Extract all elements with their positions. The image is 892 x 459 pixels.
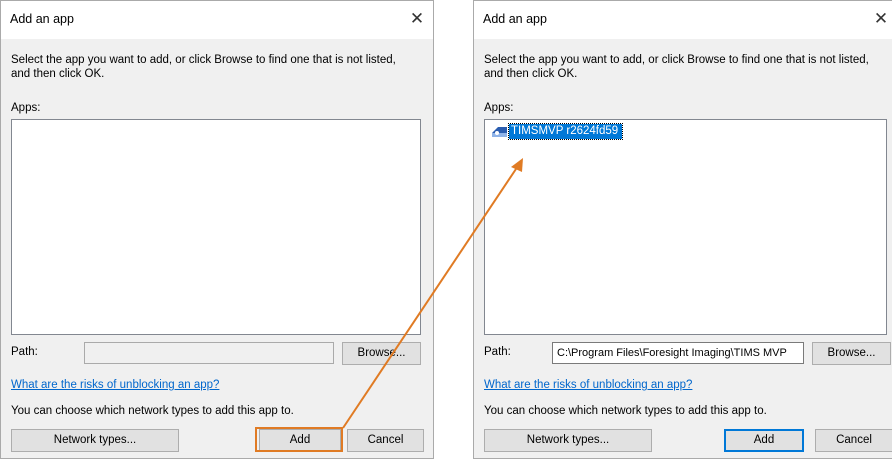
browse-button[interactable]: Browse...: [342, 342, 421, 365]
network-types-text: You can choose which network types to ad…: [484, 405, 767, 417]
path-field[interactable]: [84, 342, 334, 364]
app-item-label: TIMSMVP r2624fd59: [507, 123, 624, 140]
dialog-title: Add an app: [483, 12, 547, 26]
app-icon: [491, 126, 508, 138]
add-app-dialog-selected: Add an app ✕ Select the app you want to …: [473, 0, 892, 459]
network-types-button[interactable]: Network types...: [11, 429, 179, 452]
cancel-button[interactable]: Cancel: [815, 429, 892, 452]
path-field[interactable]: C:\Program Files\Foresight Imaging\TIMS …: [552, 342, 804, 364]
close-icon[interactable]: ✕: [405, 7, 429, 31]
risks-link[interactable]: What are the risks of unblocking an app?: [11, 379, 219, 391]
risks-link[interactable]: What are the risks of unblocking an app?: [484, 379, 692, 391]
network-types-button[interactable]: Network types...: [484, 429, 652, 452]
browse-button[interactable]: Browse...: [812, 342, 891, 365]
apps-listbox[interactable]: [11, 119, 421, 335]
path-label: Path:: [484, 346, 511, 358]
add-app-dialog-empty: Add an app ✕ Select the app you want to …: [0, 0, 434, 459]
close-icon[interactable]: ✕: [869, 7, 892, 31]
title-bar: Add an app ✕: [1, 1, 433, 39]
add-button[interactable]: Add: [724, 429, 804, 452]
path-label: Path:: [11, 346, 38, 358]
list-item[interactable]: TIMSMVP r2624fd59: [491, 123, 624, 140]
dialog-description: Select the app you want to add, or click…: [484, 54, 869, 80]
dialog-description: Select the app you want to add, or click…: [11, 54, 396, 80]
cancel-button[interactable]: Cancel: [347, 429, 424, 452]
dialog-title: Add an app: [10, 12, 74, 26]
add-button-highlight: [255, 427, 343, 452]
title-bar: Add an app ✕: [474, 1, 892, 39]
network-types-text: You can choose which network types to ad…: [11, 405, 294, 417]
apps-listbox[interactable]: TIMSMVP r2624fd59: [484, 119, 887, 335]
apps-label: Apps:: [11, 102, 41, 114]
apps-label: Apps:: [484, 102, 514, 114]
